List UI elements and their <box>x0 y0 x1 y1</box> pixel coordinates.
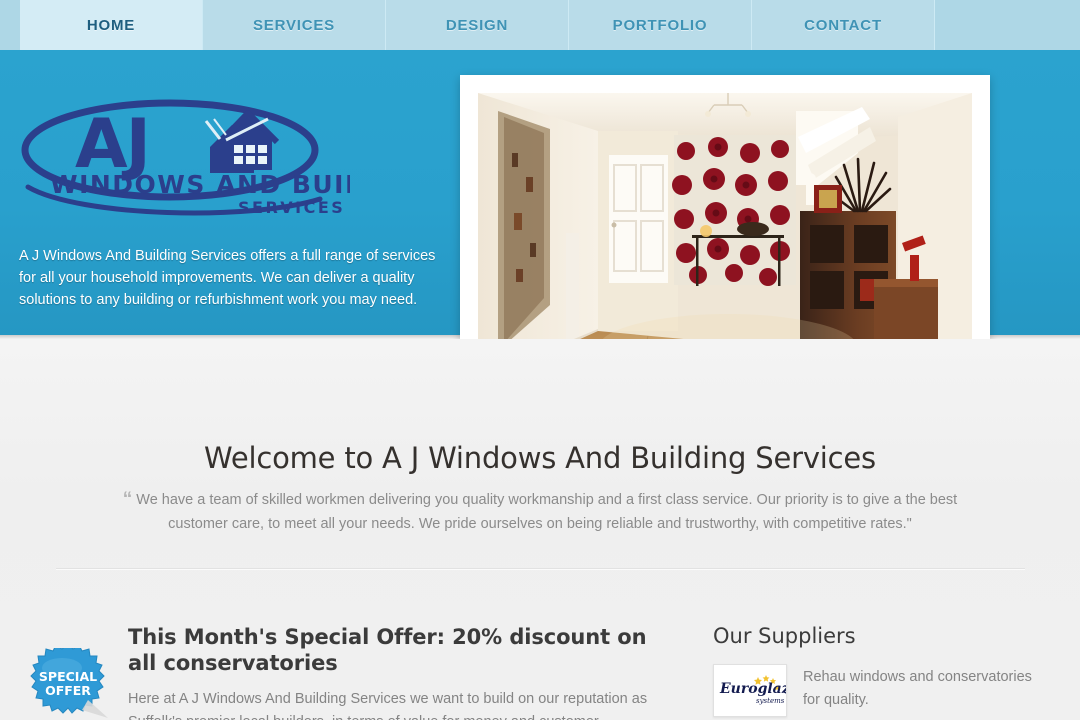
suppliers-section: Our Suppliers Euroglaze systems Rehau wi… <box>713 624 1033 717</box>
section-divider <box>56 568 1025 569</box>
house-icon <box>204 110 280 173</box>
intro-quote: “We have a team of skilled workmen deliv… <box>100 488 980 536</box>
nav-item-label: CONTACT <box>804 16 882 34</box>
euroglaze-wordmark: Euroglaze <box>719 681 786 697</box>
quote-mark-icon: “ <box>122 489 133 510</box>
nav-item-design[interactable]: DESIGN <box>386 0 569 50</box>
nav-item-contact[interactable]: CONTACT <box>752 0 935 50</box>
logo-line3-text: SERVICES <box>238 198 345 217</box>
main-navigation: HOME SERVICES DESIGN PORTFOLIO CONTACT <box>0 0 1080 50</box>
page-title: Welcome to A J Windows And Building Serv… <box>204 441 876 475</box>
suppliers-title: Our Suppliers <box>713 624 856 648</box>
nav-right-spacer <box>935 0 1080 50</box>
intro-quote-text: We have a team of skilled workmen delive… <box>136 492 958 532</box>
euroglaze-logo-graphic: Euroglaze systems <box>714 665 786 716</box>
nav-left-spacer <box>0 0 20 50</box>
nav-item-label: SERVICES <box>253 16 335 34</box>
special-offer-badge: SPECIAL OFFER <box>16 643 116 720</box>
badge-line1-text: SPECIAL <box>39 669 97 684</box>
supplier-item: Euroglaze systems Rehau windows and cons… <box>713 664 1033 717</box>
special-offer-body: Here at A J Windows And Building Service… <box>128 691 648 720</box>
badge-line2-text: OFFER <box>45 683 91 698</box>
logo-graphic: AJ WINDOWS AND BUILDING SERVICES <box>21 99 350 217</box>
euroglaze-subtext: systems <box>756 697 785 705</box>
nav-item-portfolio[interactable]: PORTFOLIO <box>569 0 752 50</box>
nav-item-services[interactable]: SERVICES <box>203 0 386 50</box>
nav-item-label: DESIGN <box>445 16 509 34</box>
euroglaze-logo[interactable]: Euroglaze systems <box>713 664 787 717</box>
supplier-description: Rehau windows and conservatories for qua… <box>803 669 1032 708</box>
nav-item-label: HOME <box>86 16 136 34</box>
site-logo[interactable]: AJ WINDOWS AND BUILDING SERVICES <box>20 95 350 220</box>
logo-line2-text: WINDOWS AND BUILDING <box>50 170 350 199</box>
nav-item-label: PORTFOLIO <box>612 16 708 34</box>
nav-item-home[interactable]: HOME <box>20 0 203 50</box>
special-offer-title: This Month's Special Offer: 20% discount… <box>128 625 647 675</box>
starburst-icon: SPECIAL OFFER <box>30 643 108 718</box>
hero-tagline: A J Windows And Building Services offers… <box>19 248 436 308</box>
special-offer-section: This Month's Special Offer: 20% discount… <box>128 624 648 720</box>
